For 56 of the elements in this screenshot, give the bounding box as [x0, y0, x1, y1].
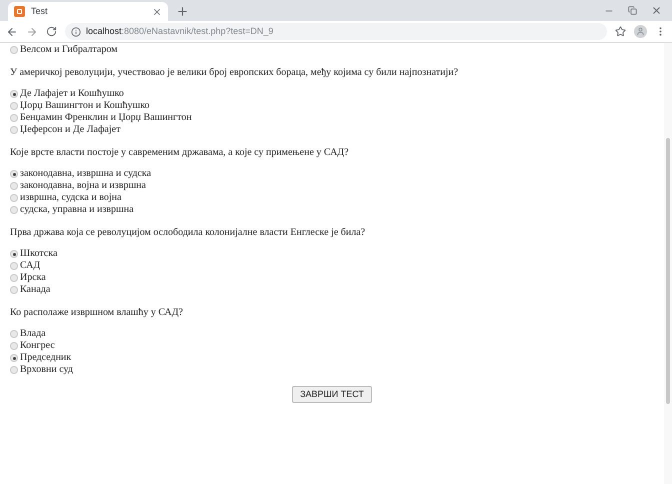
answer-option[interactable]: Конгрес [10, 340, 55, 352]
radio-button[interactable] [10, 330, 18, 338]
question-text: Прва држава која се револуцијом ослободила колонијалне власти Енглеске је била? [10, 226, 366, 239]
radio-button[interactable] [10, 170, 18, 178]
radio-button[interactable] [10, 354, 18, 362]
app-favicon-icon [14, 6, 25, 17]
radio-button[interactable] [10, 206, 18, 214]
radio-button[interactable] [10, 262, 18, 270]
answer-option[interactable]: Џеферсон и Де Лафајет [10, 124, 120, 136]
radio-button[interactable] [10, 102, 18, 110]
scrollbar[interactable] [664, 43, 672, 484]
submit-button[interactable]: ЗАВРШИ ТЕСТ [292, 386, 372, 403]
question-text: У америчкој револуцији, учествовао је велики број европских бораца, међу којима су били најпознатији? [10, 66, 460, 79]
answer-option[interactable]: Шкотска [10, 248, 58, 260]
radio-button[interactable] [10, 250, 18, 258]
reload-icon[interactable] [46, 26, 57, 37]
radio-button[interactable] [10, 274, 18, 282]
answer-option[interactable]: Бенџамин Френклин и Џорџ Вашингтон [10, 112, 192, 124]
profile-avatar[interactable] [634, 25, 647, 38]
answer-option[interactable]: извршна, судска и војна [10, 192, 122, 204]
question-text: Ко располаже извршном влашћу у САД? [10, 306, 184, 319]
radio-button[interactable] [10, 342, 18, 350]
url-path: :8080/eNastavnik/test.php?test=DN_9 [122, 26, 274, 36]
radio-button[interactable] [10, 46, 18, 54]
answer-option[interactable]: Џорџ Вашингтон и Кошћушко [10, 100, 150, 112]
radio-button[interactable] [10, 366, 18, 374]
url-host: localhost [86, 26, 122, 36]
radio-button[interactable] [10, 194, 18, 202]
star-icon[interactable] [615, 26, 626, 37]
radio-button[interactable] [10, 286, 18, 294]
radio-button[interactable] [10, 90, 18, 98]
browser-tab[interactable]: Test [8, 2, 168, 21]
answer-option[interactable]: Канада [10, 284, 50, 296]
answer-option[interactable]: Де Лафајет и Кошћушко [10, 88, 124, 100]
answer-option[interactable]: законодавна, извршна и судска [10, 168, 152, 180]
address-bar[interactable]: localhost:8080/eNastavnik/test.php?test=DN_9 [65, 23, 607, 40]
answer-option[interactable]: судска, управна и извршна [10, 204, 134, 216]
answer-option[interactable]: Председник [10, 352, 72, 364]
answer-option[interactable]: Ирска [10, 272, 46, 284]
radio-button[interactable] [10, 114, 18, 122]
tab-title: Test [31, 4, 49, 18]
radio-button[interactable] [10, 182, 18, 190]
close-icon[interactable] [651, 5, 662, 16]
back-icon[interactable] [6, 26, 18, 38]
radio-button[interactable] [10, 126, 18, 134]
info-icon [71, 26, 81, 36]
scrollbar-thumb[interactable] [666, 138, 670, 404]
close-icon[interactable] [152, 6, 162, 16]
answer-option[interactable]: законодавна, војна и извршна [10, 180, 146, 192]
answer-option[interactable]: Врховни суд [10, 364, 73, 376]
answer-option[interactable]: САД [10, 260, 40, 272]
forward-icon[interactable] [26, 26, 38, 38]
answer-option[interactable]: Велсом и Гибралтаром [10, 44, 118, 56]
question-text: Које врсте власти постоје у савременим државама, а које су примењене у САД? [10, 146, 350, 159]
answer-option[interactable]: Влада [10, 328, 46, 340]
restore-icon[interactable] [628, 6, 637, 15]
